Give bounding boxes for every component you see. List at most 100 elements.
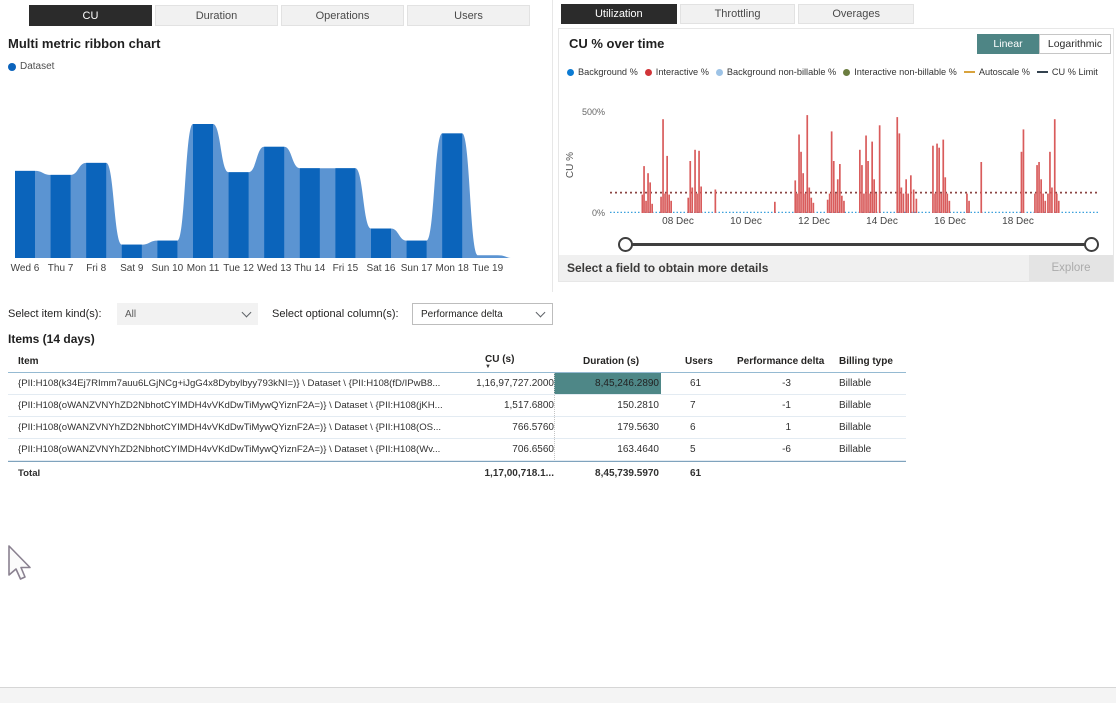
total-cell-duration: 8,45,739.5970	[595, 468, 659, 479]
legend-label: Autoscale %	[978, 67, 1030, 77]
svg-text:Sat 16: Sat 16	[367, 263, 396, 274]
svg-text:Sun 10: Sun 10	[152, 263, 184, 274]
ribbon-chart[interactable]: Wed 6 Thu 7 Fri 8 Sat 9 Sun 10 Mon 11 Tue 12 We…	[8, 90, 548, 280]
cell-duration[interactable]: 150.2810	[554, 395, 661, 416]
legend-label: Interactive %	[655, 67, 709, 77]
total-cell-billing-type	[833, 462, 906, 485]
svg-text:Sat 9: Sat 9	[120, 263, 144, 274]
cell-item[interactable]: {PII:H108(oWANZVNYhZD2NbhotCYIMDH4vVKdDw…	[8, 395, 470, 416]
svg-text:CU %: CU %	[565, 152, 576, 178]
range-slider[interactable]	[618, 235, 1099, 253]
tab-utilization[interactable]: Utilization	[561, 4, 677, 24]
legend-item-autoscale[interactable]: Autoscale %	[963, 67, 1030, 77]
svg-text:Mon 18: Mon 18	[436, 263, 470, 274]
legend-dot-background-non-billable	[715, 68, 723, 76]
cu-chart[interactable]: CU % 500% 0% 08 Dec 10 Dec 12 Dec 14 Dec 16 Dec…	[559, 99, 1113, 231]
cell-duration[interactable]: 8,45,246.2890	[554, 373, 661, 394]
svg-text:Sun 17: Sun 17	[401, 263, 433, 274]
legend-dot-interactive	[644, 68, 652, 76]
items-table-title: Items (14 days)	[8, 332, 95, 346]
table-row[interactable]: {PII:H108(k34Ej7RImm7auu6LGjNCg+iJgG4x8D…	[8, 373, 906, 395]
explore-button[interactable]: Explore	[1029, 255, 1113, 281]
cell-item[interactable]: {PII:H108(oWANZVNYhZD2NbhotCYIMDH4vVKdDw…	[8, 417, 470, 438]
item-kind-label: Select item kind(s):	[8, 308, 102, 320]
svg-text:Fri 8: Fri 8	[86, 263, 106, 274]
legend-item-background-non-billable[interactable]: Background non-billable %	[715, 67, 836, 77]
legend-item-cu-limit[interactable]: CU % Limit	[1036, 67, 1098, 77]
capacity-metrics-page: CU Duration Operations Users Multi metric r…	[0, 0, 1116, 703]
cell-billing-type[interactable]: Billable	[833, 417, 906, 438]
cu-over-time-card: CU % over time Linear Logarithmic Backgro…	[558, 28, 1114, 282]
column-header-billing-type[interactable]: Billing type	[833, 350, 906, 372]
total-cell-cu: 1,17,00,718.1...	[484, 468, 554, 479]
optional-columns-label: Select optional column(s):	[272, 308, 399, 320]
tab-overages[interactable]: Overages	[798, 4, 915, 24]
svg-text:18 Dec: 18 Dec	[1002, 216, 1034, 227]
item-kind-value: All	[125, 308, 137, 320]
svg-text:Thu 14: Thu 14	[294, 263, 326, 274]
total-row: Total 1,17,00,718.1... 8,45,739.5970 61	[8, 461, 906, 485]
cell-duration[interactable]: 179.5630	[554, 417, 661, 438]
legend-line-cu-limit	[1036, 70, 1048, 74]
column-header-cu-s[interactable]: CU (s) ▼	[470, 350, 554, 372]
cell-users[interactable]: 5	[661, 439, 721, 460]
ribbon-chart-title: Multi metric ribbon chart	[8, 36, 161, 51]
svg-text:500%: 500%	[582, 107, 605, 117]
svg-text:0%: 0%	[592, 208, 605, 218]
scale-button-logarithmic[interactable]: Logarithmic	[1039, 34, 1111, 54]
column-header-users[interactable]: Users	[661, 350, 721, 372]
hint-text: Select a field to obtain more details	[567, 261, 769, 275]
legend-item-background[interactable]: Background %	[567, 67, 638, 77]
cell-users[interactable]: 7	[661, 395, 721, 416]
tab-cu[interactable]: CU	[29, 5, 152, 26]
legend-item-interactive[interactable]: Interactive %	[644, 67, 709, 77]
slider-handle-left[interactable]	[618, 237, 633, 252]
svg-text:16 Dec: 16 Dec	[934, 216, 966, 227]
svg-text:Fri 15: Fri 15	[333, 263, 359, 274]
cell-performance-delta[interactable]: -1	[721, 395, 833, 416]
cell-cu[interactable]: 1,517.6800	[470, 395, 554, 416]
tab-users[interactable]: Users	[407, 5, 530, 26]
item-kind-dropdown[interactable]: All	[117, 303, 258, 325]
cell-users[interactable]: 6	[661, 417, 721, 438]
table-row[interactable]: {PII:H108(oWANZVNYhZD2NbhotCYIMDH4vVKdDw…	[8, 439, 906, 461]
cell-item[interactable]: {PII:H108(k34Ej7RImm7auu6LGjNCg+iJgG4x8D…	[8, 373, 470, 394]
cell-item[interactable]: {PII:H108(oWANZVNYhZD2NbhotCYIMDH4vVKdDw…	[8, 439, 470, 460]
ribbon-chart-legend: Dataset	[8, 61, 54, 72]
svg-text:Tue 19: Tue 19	[472, 263, 503, 274]
tab-throttling[interactable]: Throttling	[679, 4, 796, 24]
cell-performance-delta[interactable]: -6	[721, 439, 833, 460]
slider-track[interactable]	[626, 243, 1091, 246]
optional-columns-dropdown[interactable]: Performance delta	[412, 303, 553, 325]
table-header-row: Item CU (s) ▼ Duration (s) Users Performance …	[8, 350, 906, 373]
cell-cu[interactable]: 706.6560	[470, 439, 554, 460]
legend-item-interactive-non-billable[interactable]: Interactive non-billable %	[843, 67, 957, 77]
cell-duration[interactable]: 163.4640	[554, 439, 661, 460]
items-table: Item CU (s) ▼ Duration (s) Users Performance …	[8, 350, 906, 485]
tab-operations[interactable]: Operations	[281, 5, 404, 26]
chevron-down-icon	[535, 307, 546, 318]
column-header-performance-delta[interactable]: Performance delta	[721, 350, 833, 372]
column-header-item[interactable]: Item	[8, 350, 470, 372]
cell-performance-delta[interactable]: 1	[721, 417, 833, 438]
legend-dot-background	[567, 68, 574, 76]
table-row[interactable]: {PII:H108(oWANZVNYhZD2NbhotCYIMDH4vVKdDw…	[8, 417, 906, 439]
legend-label: CU % Limit	[1051, 67, 1098, 77]
total-cell-item: Total	[18, 468, 41, 479]
cell-billing-type[interactable]: Billable	[833, 439, 906, 460]
cell-performance-delta[interactable]: -3	[721, 373, 833, 394]
mouse-cursor-icon	[8, 545, 31, 580]
cell-billing-type[interactable]: Billable	[833, 395, 906, 416]
tab-duration[interactable]: Duration	[155, 5, 278, 26]
cell-cu[interactable]: 1,16,97,727.2000	[470, 373, 554, 394]
cell-cu[interactable]: 766.5760	[470, 417, 554, 438]
legend-item-dataset[interactable]: Dataset	[8, 61, 54, 72]
scale-toggle: Linear Logarithmic	[977, 34, 1111, 54]
scale-button-linear[interactable]: Linear	[977, 34, 1039, 54]
cell-billing-type[interactable]: Billable	[833, 373, 906, 394]
slider-handle-right[interactable]	[1084, 237, 1099, 252]
table-row[interactable]: {PII:H108(oWANZVNYhZD2NbhotCYIMDH4vVKdDw…	[8, 395, 906, 417]
cell-users[interactable]: 61	[661, 373, 721, 394]
cu-chart-title: CU % over time	[569, 36, 665, 51]
column-header-duration-s[interactable]: Duration (s)	[554, 350, 661, 372]
